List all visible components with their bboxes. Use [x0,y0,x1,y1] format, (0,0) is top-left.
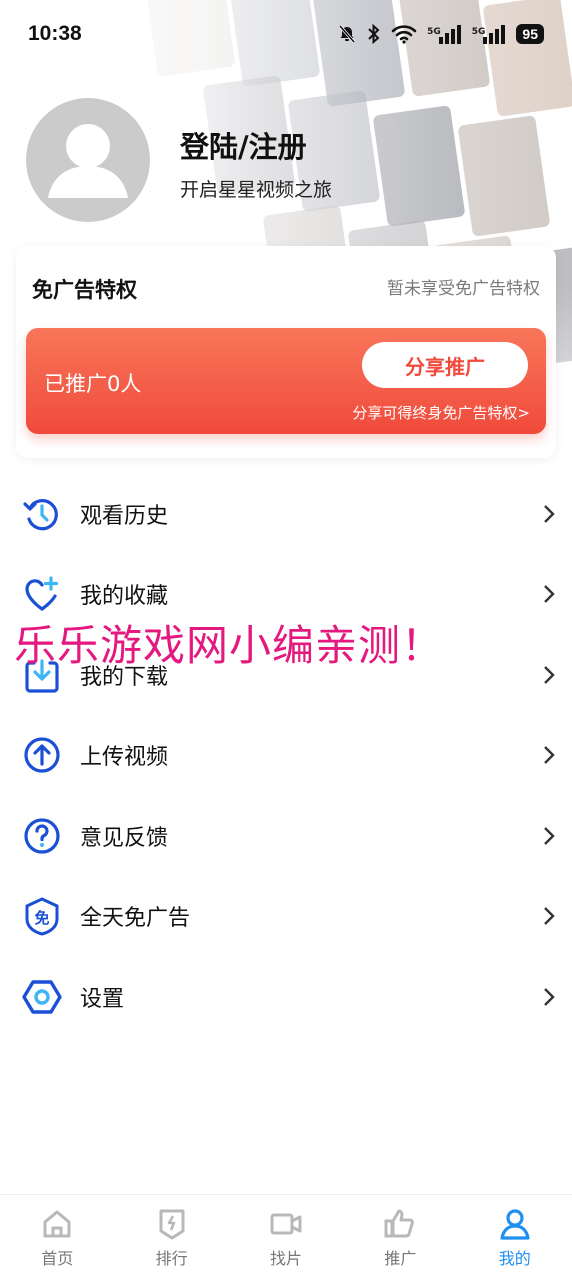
ranking-icon [159,1209,185,1240]
tab-promote[interactable]: 推广 [343,1195,457,1279]
tab-home[interactable]: 首页 [0,1195,114,1279]
chevron-right-icon [544,585,555,603]
menu-item-feedback[interactable]: 意见反馈 [0,806,572,866]
network-type-label: 5G [427,27,441,37]
ad-free-icon: 免 [25,897,59,936]
ad-free-card: 免广告特权 暂未享受免广告特权 已推广0人 分享推广 分享可得终身免广告特权> [16,246,556,458]
tab-label: 排行 [155,1249,188,1268]
chevron-right-icon [544,988,555,1006]
ad-free-title: 免广告特权 [32,278,137,302]
wifi-icon [391,25,417,44]
promotion-banner: 已推广0人 分享推广 分享可得终身免广告特权> [26,328,546,434]
chevron-right-icon [544,666,555,684]
signal-icon [483,25,506,44]
chevron-right-icon [544,746,555,764]
tab-label: 推广 [384,1249,417,1268]
question-icon [24,818,60,854]
tab-mine[interactable]: 我的 [458,1195,572,1279]
bluetooth-icon [368,24,380,44]
avatar[interactable] [26,98,150,222]
tab-label: 我的 [498,1249,531,1268]
video-camera-icon [270,1213,302,1235]
svg-text:免: 免 [34,909,49,927]
menu-item-label: 观看历史 [80,504,169,529]
heart-add-icon [25,576,59,611]
profile-subtitle: 开启星星视频之旅 [180,179,333,201]
mute-bell-icon [338,25,356,43]
bottom-tab-bar: 首页 排行 找片 推广 我的 [0,1194,572,1279]
menu-item-label: 设置 [80,987,125,1012]
history-icon [23,499,58,531]
home-icon [43,1210,71,1238]
chevron-right-icon [544,505,555,523]
promoted-count: 已推广0人 [44,372,142,396]
share-hint-link[interactable]: 分享可得终身免广告特权> [352,402,530,423]
watermark-text: 乐乐游戏网小编亲测！ [14,621,445,670]
network-type-label: 5G [471,27,486,37]
menu-item-label: 意见反馈 [80,826,169,851]
ad-free-status: 暂未享受免广告特权 [387,279,540,299]
profile-icon [500,1209,530,1240]
tab-label: 首页 [41,1249,74,1268]
tab-label: 找片 [269,1249,302,1268]
menu-item-label: 全天免广告 [80,906,191,931]
upload-icon [24,737,60,773]
menu-item-watch-history[interactable]: 观看历史 [0,484,572,544]
settings-icon [22,980,62,1014]
login-register-link[interactable]: 登陆/注册 [180,124,307,166]
menu-item-settings[interactable]: 设置 [0,967,572,1027]
menu-item-label: 上传视频 [80,745,169,770]
chevron-right-icon [544,907,555,925]
thumbs-up-icon [384,1209,415,1238]
menu-item-label: 我的收藏 [80,584,169,609]
signal-icon [438,25,461,44]
chevron-right-icon [544,827,555,845]
battery-level: 95 [516,24,544,44]
default-avatar-icon [48,124,128,198]
tab-ranking[interactable]: 排行 [114,1195,228,1279]
menu-item-upload-video[interactable]: 上传视频 [0,725,572,785]
tab-find-videos[interactable]: 找片 [229,1195,343,1279]
menu-item-ad-free-day[interactable]: 免 全天免广告 [0,886,572,946]
status-time: 10:38 [28,22,82,45]
share-promote-button[interactable]: 分享推广 [362,342,528,388]
status-bar: 10:38 5G 5G 95 [0,0,572,68]
